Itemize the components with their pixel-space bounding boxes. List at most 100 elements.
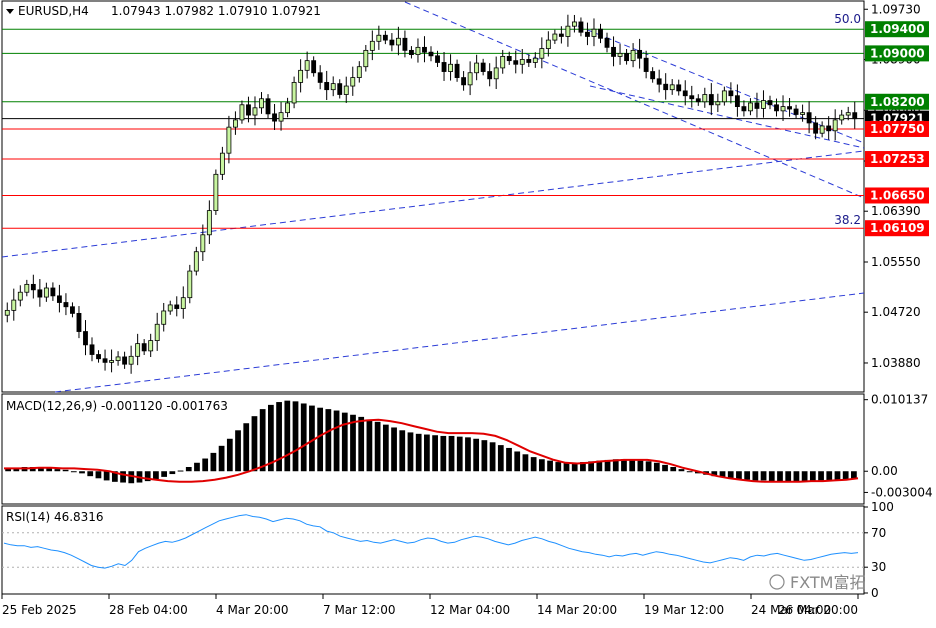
candle-body-29[interactable] xyxy=(193,251,199,272)
candle-body-48[interactable] xyxy=(317,72,323,83)
candle-body-54[interactable] xyxy=(356,66,362,78)
candle-body-83[interactable] xyxy=(545,39,551,49)
candle-body-123[interactable] xyxy=(806,112,812,124)
candle-body-107[interactable] xyxy=(702,94,708,103)
candle-body-63[interactable] xyxy=(415,46,421,56)
candle-body-6[interactable] xyxy=(43,287,49,298)
candle-body-10[interactable] xyxy=(70,306,75,314)
candle-body-55[interactable] xyxy=(363,49,369,68)
candle-body-49[interactable] xyxy=(324,82,330,91)
candle-body-119[interactable] xyxy=(780,106,786,112)
candle-body-21[interactable] xyxy=(141,343,147,352)
candle-body-4[interactable] xyxy=(30,283,36,291)
candle-body-104[interactable] xyxy=(682,90,688,97)
candle-body-35[interactable] xyxy=(233,119,238,128)
candle-body-105[interactable] xyxy=(689,95,695,100)
candle-body-91[interactable] xyxy=(598,28,603,39)
candle-body-1[interactable] xyxy=(11,299,17,311)
candle-body-99[interactable] xyxy=(650,71,656,80)
candle-body-14[interactable] xyxy=(96,354,101,360)
candle-body-92[interactable] xyxy=(604,37,610,48)
candle-body-34[interactable] xyxy=(226,126,232,154)
candle-body-30[interactable] xyxy=(200,234,206,253)
candle-body-31[interactable] xyxy=(206,210,212,236)
candle-body-2[interactable] xyxy=(17,291,23,301)
candle-body-68[interactable] xyxy=(448,63,453,72)
candle-body-126[interactable] xyxy=(826,125,832,132)
candle-body-125[interactable] xyxy=(819,125,825,134)
candle-body-75[interactable] xyxy=(493,67,499,80)
candle-body-36[interactable] xyxy=(239,104,245,121)
candle-body-102[interactable] xyxy=(669,84,675,91)
candle-body-11[interactable] xyxy=(76,312,82,332)
candle-body-38[interactable] xyxy=(252,107,258,116)
candle-body-39[interactable] xyxy=(259,98,264,109)
candle-body-64[interactable] xyxy=(422,46,427,53)
candle-body-120[interactable] xyxy=(787,106,792,110)
candle-body-71[interactable] xyxy=(467,72,473,86)
candle-body-118[interactable] xyxy=(774,104,779,112)
candle-body-111[interactable] xyxy=(728,90,734,97)
candle-body-41[interactable] xyxy=(272,113,277,122)
candle-body-94[interactable] xyxy=(617,52,623,57)
candle-body-12[interactable] xyxy=(83,331,88,346)
candle-body-115[interactable] xyxy=(754,102,760,109)
candle-body-122[interactable] xyxy=(800,112,806,115)
candle-body-62[interactable] xyxy=(409,49,414,56)
candle-body-56[interactable] xyxy=(369,40,375,51)
candle-body-18[interactable] xyxy=(122,356,128,365)
candle-body-72[interactable] xyxy=(474,62,480,74)
candle-body-79[interactable] xyxy=(519,59,525,65)
candle-body-43[interactable] xyxy=(285,102,291,114)
candle-body-77[interactable] xyxy=(506,56,512,62)
candle-body-3[interactable] xyxy=(24,283,30,293)
candle-body-81[interactable] xyxy=(532,57,538,63)
candle-body-108[interactable] xyxy=(708,94,714,106)
candle-body-61[interactable] xyxy=(402,37,408,51)
candle-body-60[interactable] xyxy=(395,37,401,46)
candle-body-82[interactable] xyxy=(539,48,545,59)
candle-body-95[interactable] xyxy=(624,52,629,62)
candle-body-90[interactable] xyxy=(591,28,597,37)
candle-body-84[interactable] xyxy=(552,33,558,41)
candle-body-69[interactable] xyxy=(454,63,460,78)
candle-body-32[interactable] xyxy=(213,173,219,212)
candle-body-20[interactable] xyxy=(135,343,141,357)
candle-body-116[interactable] xyxy=(761,100,766,109)
candle-body-37[interactable] xyxy=(246,104,251,116)
candle-body-27[interactable] xyxy=(180,297,186,309)
candle-body-23[interactable] xyxy=(154,323,160,342)
candle-body-89[interactable] xyxy=(585,31,590,37)
candle-body-25[interactable] xyxy=(167,304,173,312)
candle-body-113[interactable] xyxy=(741,106,747,112)
candle-body-106[interactable] xyxy=(695,98,701,103)
candle-body-46[interactable] xyxy=(304,60,310,71)
candle-body-13[interactable] xyxy=(89,344,95,355)
candle-body-33[interactable] xyxy=(219,152,225,175)
candle-body-98[interactable] xyxy=(643,57,649,72)
candle-body-28[interactable] xyxy=(187,270,193,299)
candle-body-93[interactable] xyxy=(611,46,616,57)
candle-body-40[interactable] xyxy=(265,98,271,115)
candle-body-47[interactable] xyxy=(311,60,317,74)
candle-body-114[interactable] xyxy=(748,102,753,112)
candle-body-44[interactable] xyxy=(291,82,297,104)
candle-body-5[interactable] xyxy=(37,289,43,298)
candle-body-86[interactable] xyxy=(565,25,571,37)
candle-body-52[interactable] xyxy=(343,85,349,95)
candle-body-22[interactable] xyxy=(148,340,154,352)
candle-body-112[interactable] xyxy=(734,95,740,108)
candle-body-78[interactable] xyxy=(513,60,519,65)
candle-body-74[interactable] xyxy=(487,71,493,80)
candle-body-7[interactable] xyxy=(50,287,56,297)
candle-body-101[interactable] xyxy=(663,83,669,91)
candle-body-58[interactable] xyxy=(382,34,388,41)
candle-body-17[interactable] xyxy=(115,356,121,361)
candle-body-85[interactable] xyxy=(558,33,564,37)
candle-body-66[interactable] xyxy=(435,55,440,63)
candle-body-73[interactable] xyxy=(480,62,486,72)
candle-body-96[interactable] xyxy=(630,49,636,62)
candle-body-8[interactable] xyxy=(56,295,62,303)
candle-body-110[interactable] xyxy=(721,90,727,103)
candle-body-117[interactable] xyxy=(767,100,773,106)
